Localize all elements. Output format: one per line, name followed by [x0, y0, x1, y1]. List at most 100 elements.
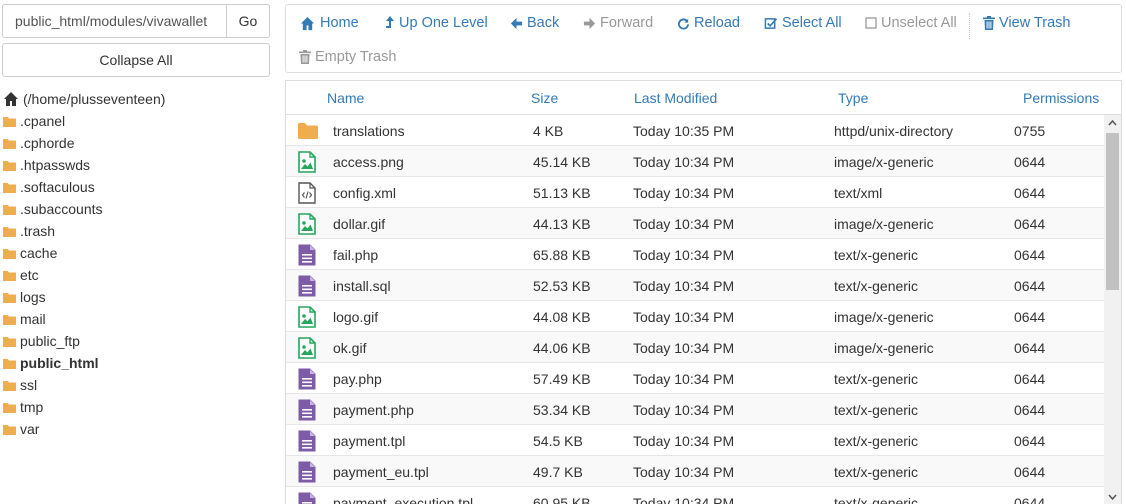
- tree-item[interactable]: ssl: [3, 374, 271, 396]
- select-all-button[interactable]: Select All: [764, 13, 842, 33]
- empty-trash-button[interactable]: Empty Trash: [299, 47, 396, 67]
- tree-item[interactable]: etc: [3, 264, 271, 286]
- file-name[interactable]: ok.gif: [333, 340, 366, 356]
- file-type-icon: [298, 399, 316, 424]
- file-size: 52.53 KB: [533, 278, 591, 294]
- file-permissions: 0644: [1014, 154, 1046, 170]
- home-button[interactable]: Home: [299, 13, 359, 33]
- tree-item[interactable]: .htpasswds: [3, 154, 271, 176]
- column-header-permissions[interactable]: Permissions: [1023, 90, 1099, 106]
- column-header-name[interactable]: Name: [327, 90, 364, 106]
- tree-item[interactable]: public_html: [3, 352, 271, 374]
- column-header-size[interactable]: Size: [531, 90, 558, 106]
- file-type: text/x-generic: [834, 433, 919, 449]
- path-input[interactable]: [2, 4, 226, 38]
- text-file-icon: [298, 399, 316, 421]
- file-size: 44.06 KB: [533, 340, 591, 356]
- tree-item-label: .htpasswds: [20, 157, 91, 173]
- vertical-scrollbar[interactable]: [1104, 115, 1121, 504]
- table-row[interactable]: ok.gif 44.06 KB Today 10:34 PM image/x-gene…: [286, 332, 1104, 363]
- reload-button[interactable]: Reload: [677, 13, 740, 33]
- file-permissions: 0755: [1014, 123, 1046, 139]
- file-type-icon: [298, 213, 316, 238]
- home-icon: [4, 92, 18, 106]
- folder-icon: [3, 402, 16, 413]
- tree-item-label: logs: [20, 289, 46, 305]
- table-row[interactable]: config.xml 51.13 KB Today 10:34 PM text/xml…: [286, 177, 1104, 208]
- column-header-type[interactable]: Type: [838, 90, 868, 106]
- tree-item-label: .subaccounts: [20, 201, 103, 217]
- unselect-all-button[interactable]: Unselect All: [865, 13, 957, 33]
- file-modified: Today 10:34 PM: [633, 340, 735, 356]
- file-name[interactable]: payment_eu.tpl: [333, 464, 429, 480]
- file-permissions: 0644: [1014, 464, 1046, 480]
- table-row[interactable]: payment_execution.tpl 60.95 KB Today 10:34…: [286, 487, 1104, 504]
- view-trash-button[interactable]: View Trash: [983, 13, 1070, 33]
- file-name[interactable]: translations: [333, 123, 405, 139]
- file-type-icon: [298, 275, 316, 300]
- file-name[interactable]: payment_execution.tpl: [333, 495, 473, 504]
- tree-item[interactable]: .softaculous: [3, 176, 271, 198]
- up-one-level-button[interactable]: Up One Level: [385, 13, 488, 33]
- tree-item[interactable]: cache: [3, 242, 271, 264]
- table-row[interactable]: dollar.gif 44.13 KB Today 10:34 PM image/x-…: [286, 208, 1104, 239]
- table-row[interactable]: access.png 45.14 KB Today 10:34 PM image/x-…: [286, 146, 1104, 177]
- tree-item[interactable]: .trash: [3, 220, 271, 242]
- file-name[interactable]: logo.gif: [333, 309, 378, 325]
- file-name[interactable]: install.sql: [333, 278, 391, 294]
- image-file-icon: [298, 306, 316, 328]
- select-all-label: Select All: [782, 15, 842, 31]
- tree-item[interactable]: public_ftp: [3, 330, 271, 352]
- file-type: text/xml: [834, 185, 883, 201]
- scroll-down-arrow-icon[interactable]: [1104, 488, 1121, 504]
- forward-button[interactable]: Forward: [583, 13, 653, 33]
- tree-root[interactable]: (/home/plusseventeen): [3, 88, 271, 110]
- file-type-icon: [298, 368, 316, 393]
- table-row[interactable]: pay.php 57.49 KB Today 10:34 PM text/x-gene…: [286, 363, 1104, 394]
- folder-icon: [298, 123, 318, 139]
- file-size: 45.14 KB: [533, 154, 591, 170]
- table-row[interactable]: fail.php 65.88 KB Today 10:34 PM text/x-gen…: [286, 239, 1104, 270]
- file-name[interactable]: pay.php: [333, 371, 382, 387]
- scrollbar-thumb[interactable]: [1106, 133, 1119, 290]
- tree-item[interactable]: mail: [3, 308, 271, 330]
- tree-item[interactable]: .cphorde: [3, 132, 271, 154]
- reload-button-label: Reload: [694, 15, 740, 31]
- tree-item[interactable]: tmp: [3, 396, 271, 418]
- up-one-level-label: Up One Level: [399, 15, 488, 31]
- file-name[interactable]: payment.tpl: [333, 433, 405, 449]
- tree-item-label: cache: [20, 245, 58, 261]
- table-row[interactable]: payment.tpl 54.5 KB Today 10:34 PM text/x-g…: [286, 425, 1104, 456]
- scroll-up-arrow-icon[interactable]: [1104, 115, 1121, 132]
- table-row[interactable]: install.sql 52.53 KB Today 10:34 PM text/x-…: [286, 270, 1104, 301]
- table-row[interactable]: payment.php 53.34 KB Today 10:34 PM text/x-…: [286, 394, 1104, 425]
- file-size: 51.13 KB: [533, 185, 591, 201]
- back-button[interactable]: Back: [510, 13, 559, 33]
- trash-icon: [299, 50, 311, 64]
- file-name[interactable]: payment.php: [333, 402, 414, 418]
- tree-item-label: .cpanel: [20, 113, 66, 129]
- tree-item[interactable]: .subaccounts: [3, 198, 271, 220]
- tree-item[interactable]: var: [3, 418, 271, 440]
- table-row[interactable]: payment_eu.tpl 49.7 KB Today 10:34 PM text/…: [286, 456, 1104, 487]
- tree-item[interactable]: logs: [3, 286, 271, 308]
- file-modified: Today 10:34 PM: [633, 185, 735, 201]
- file-modified: Today 10:34 PM: [633, 495, 735, 504]
- column-header-last-modified[interactable]: Last Modified: [634, 90, 717, 106]
- file-name[interactable]: access.png: [333, 154, 404, 170]
- tree-item-label: .softaculous: [20, 179, 95, 195]
- file-name[interactable]: fail.php: [333, 247, 378, 263]
- file-size: 60.95 KB: [533, 495, 591, 504]
- table-row[interactable]: translations 4 KB Today 10:35 PM httpd/unix…: [286, 115, 1104, 146]
- tree-item[interactable]: .cpanel: [3, 110, 271, 132]
- text-file-icon: [298, 275, 316, 297]
- file-type: text/x-generic: [834, 464, 919, 480]
- file-name[interactable]: dollar.gif: [333, 216, 385, 232]
- text-file-icon: [298, 461, 316, 483]
- folder-icon: [3, 292, 16, 303]
- table-row[interactable]: logo.gif 44.08 KB Today 10:34 PM image/x-ge…: [286, 301, 1104, 332]
- file-name[interactable]: config.xml: [333, 185, 396, 201]
- go-button[interactable]: Go: [226, 4, 270, 38]
- file-type: text/x-generic: [834, 278, 919, 294]
- collapse-all-button[interactable]: Collapse All: [2, 43, 270, 77]
